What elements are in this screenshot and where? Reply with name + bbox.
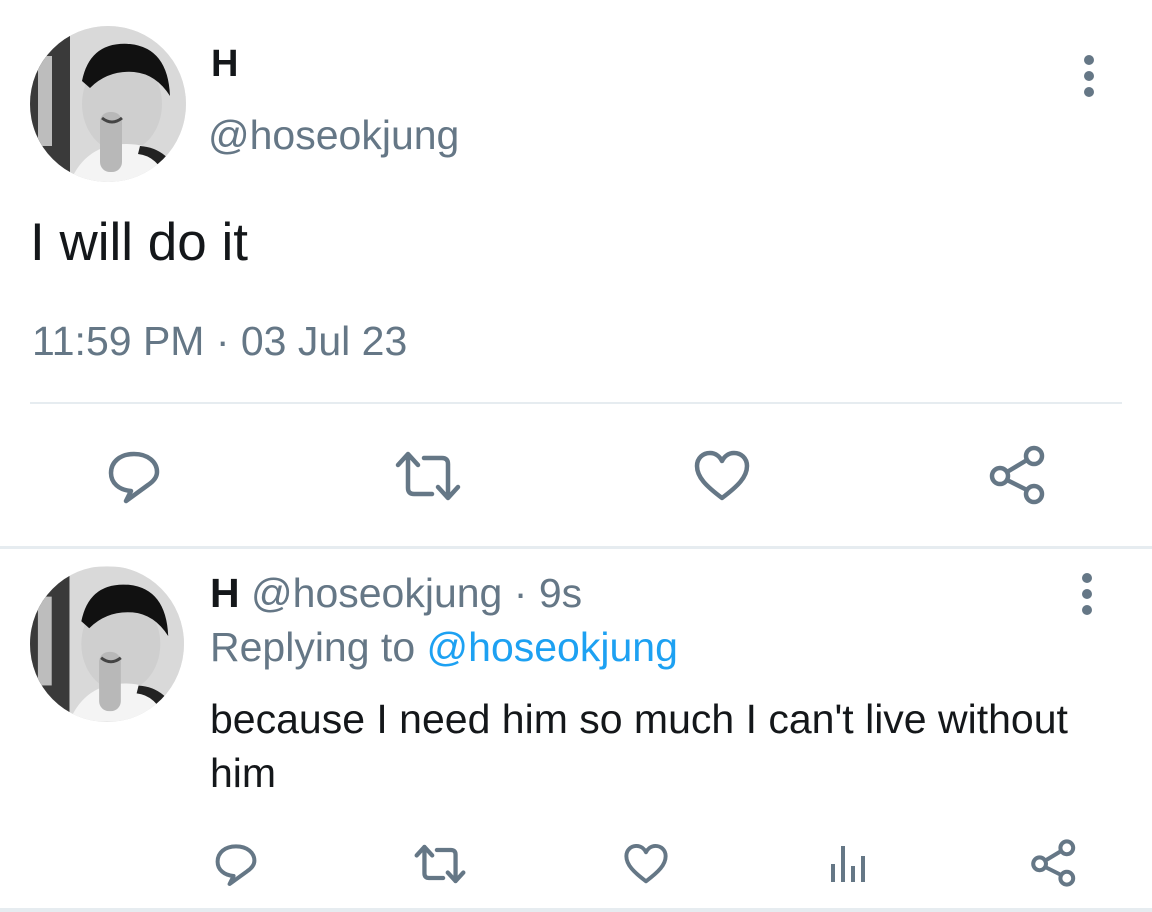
tweet-text: because I need him so much I can't live …	[210, 696, 1068, 796]
divider	[30, 402, 1122, 404]
avatar-photo	[30, 567, 184, 721]
vertical-dots-icon[interactable]	[1075, 572, 1099, 616]
avatar-photo	[30, 26, 186, 182]
tweet-timestamp[interactable]: 11:59 PM · 03 Jul 23	[32, 316, 407, 366]
user-handle[interactable]: @hoseokjung	[251, 570, 502, 616]
replying-to: Replying to @hoseokjung	[210, 622, 678, 672]
display-name[interactable]: H	[211, 40, 238, 88]
share-icon[interactable]	[988, 444, 1048, 506]
separator: ·	[513, 570, 528, 616]
retweet-icon[interactable]	[412, 842, 468, 886]
reply-icon[interactable]	[104, 446, 164, 506]
replying-to-label: Replying to	[210, 624, 416, 670]
analytics-icon[interactable]	[828, 842, 868, 884]
share-icon[interactable]	[1030, 838, 1078, 888]
reply-header: H @hoseokjung · 9s	[210, 568, 582, 618]
vertical-dots-icon[interactable]	[1077, 54, 1101, 98]
section-divider	[0, 546, 1152, 549]
avatar[interactable]	[30, 26, 186, 182]
like-icon[interactable]	[622, 842, 670, 886]
avatar[interactable]	[30, 566, 184, 722]
tweet-age[interactable]: 9s	[539, 570, 582, 616]
tweet-thread: H @hoseokjung I will do it 11:59 PM · 03…	[0, 0, 1152, 912]
retweet-icon[interactable]	[392, 448, 464, 504]
user-handle[interactable]: @hoseokjung	[208, 110, 459, 160]
mention-link[interactable]: @hoseokjung	[427, 624, 678, 670]
display-name[interactable]: H	[210, 570, 240, 616]
divider	[0, 908, 1152, 912]
tweet-text: I will do it	[30, 213, 248, 272]
like-icon[interactable]	[692, 448, 752, 504]
reply-icon[interactable]	[212, 840, 260, 888]
